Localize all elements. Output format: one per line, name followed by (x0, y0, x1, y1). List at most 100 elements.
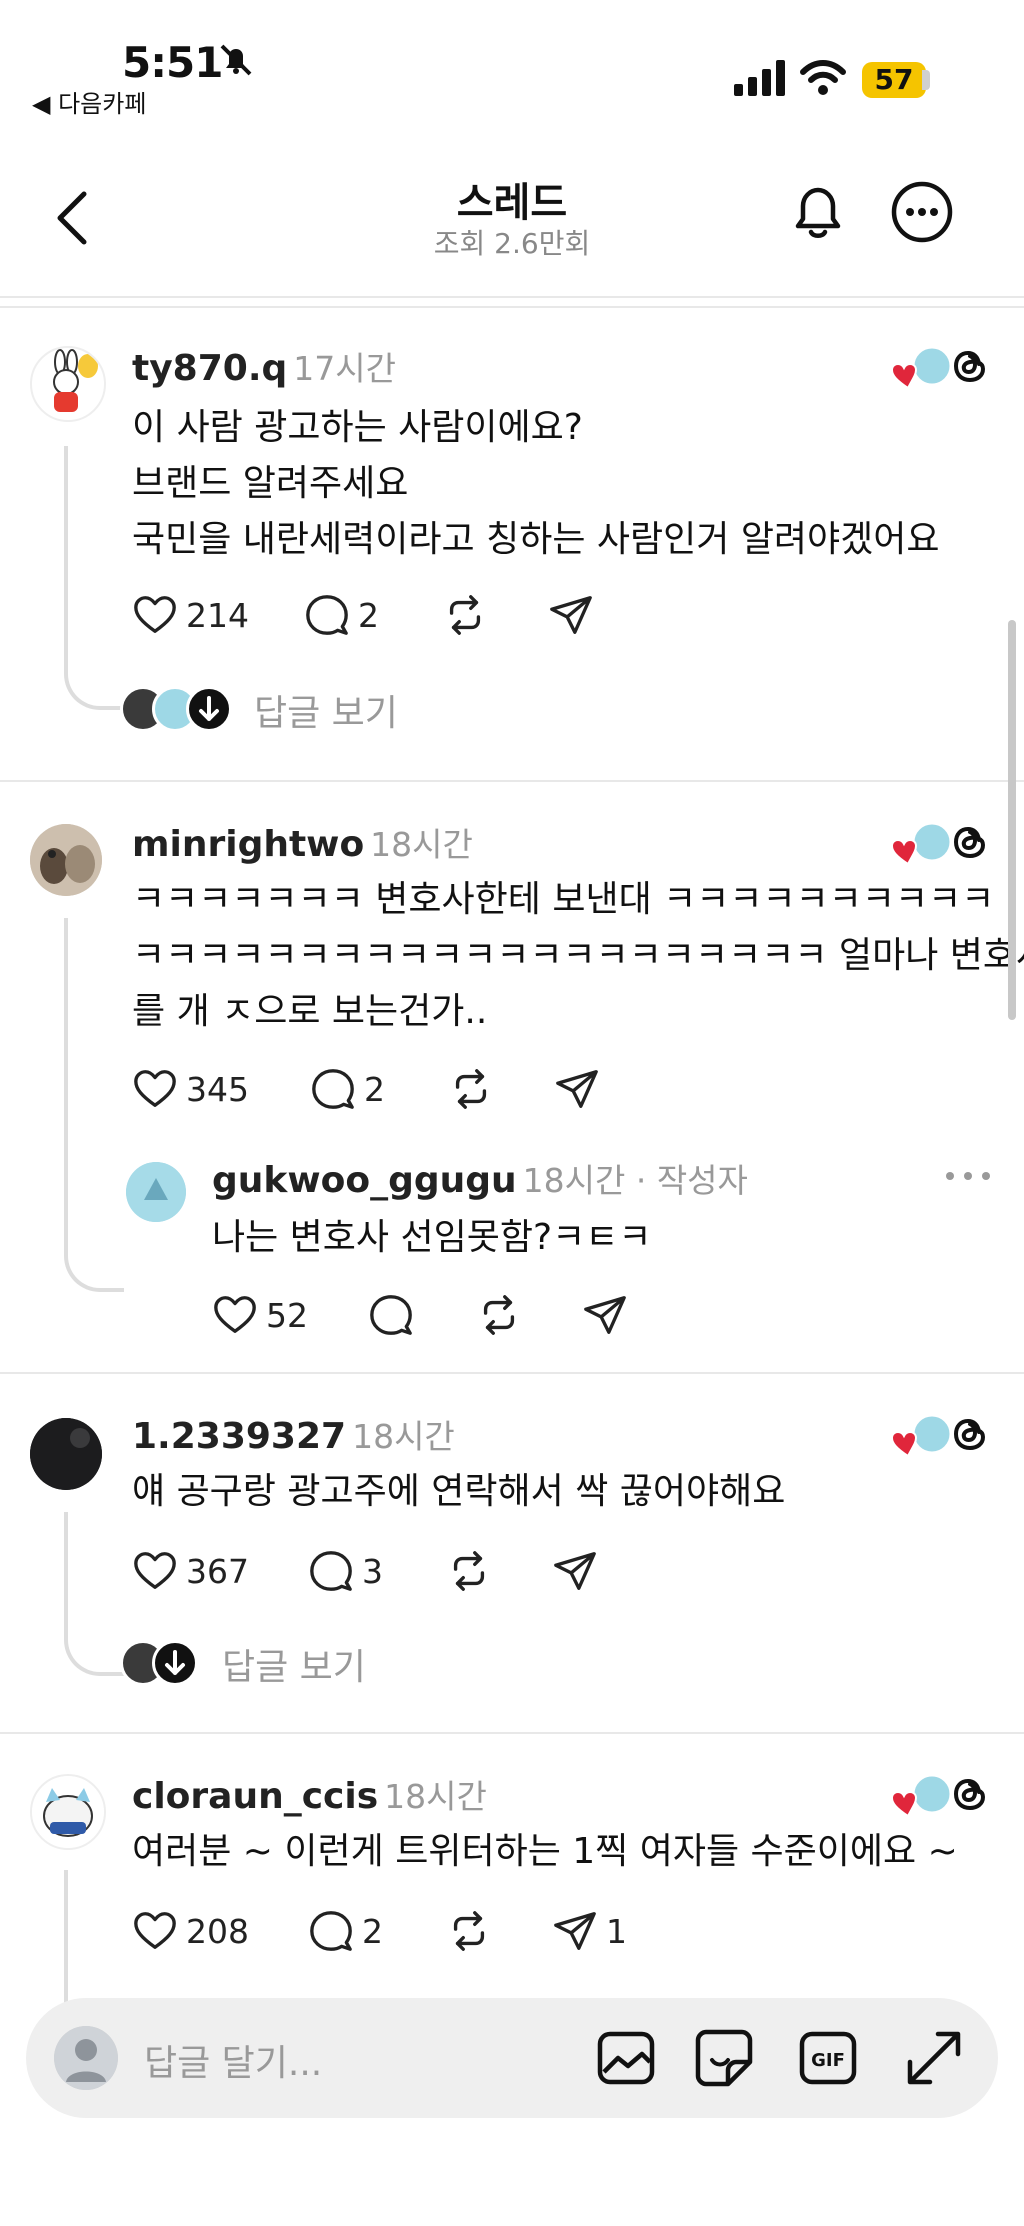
comment-line: 를 개 ㅈ으로 보는건가.. (132, 991, 488, 1032)
thread-curve (64, 666, 124, 710)
action-bar: 214 2 (132, 592, 632, 642)
comment-line: ㅋㅋㅋㅋㅋㅋㅋㅋㅋㅋㅋㅋㅋㅋㅋㅋㅋㅋㅋㅋㅋ 얼마나 변호사 (132, 935, 1024, 976)
sticker-icon[interactable] (692, 2026, 756, 2090)
reply-count: 2 (358, 595, 379, 635)
comment-line: 국민을 내란세력이라고 칭하는 사람인거 알려야겠어요 (132, 519, 940, 560)
share-button[interactable] (554, 1066, 600, 1112)
action-bar: 367 3 (132, 1548, 632, 1598)
username[interactable]: cloraun_ccis (132, 1776, 378, 1817)
header-divider (0, 296, 1024, 298)
repost-button[interactable] (442, 592, 488, 638)
thread-line (64, 446, 68, 666)
author-avatar-image (126, 1162, 186, 1222)
avatar[interactable] (30, 1774, 106, 1850)
heart-icon (132, 1066, 178, 1112)
bell-muted-icon (220, 44, 252, 76)
comment-author[interactable]: ty870.q 17시간 (132, 342, 396, 390)
share-button[interactable] (552, 1548, 598, 1594)
like-count: 214 (186, 595, 249, 635)
threads-logo-icon (946, 1770, 994, 1818)
scrollbar[interactable] (1008, 620, 1016, 1020)
like-button[interactable]: 208 (132, 1908, 249, 1954)
like-button[interactable]: 52 (212, 1292, 308, 1338)
expand-icon[interactable] (902, 2026, 966, 2090)
heart-icon (132, 592, 178, 638)
comment-author[interactable]: 1.2339327 18시간 (132, 1410, 455, 1458)
reply-button[interactable]: 2 (308, 1908, 383, 1954)
reply-button[interactable]: 3 (308, 1548, 383, 1594)
repost-button[interactable] (448, 1066, 494, 1112)
repost-button[interactable] (446, 1908, 492, 1954)
heart-icon (132, 1548, 178, 1594)
comment-age: 18시간 (384, 1777, 487, 1816)
miffy-avatar-image (53, 349, 98, 412)
comment-author[interactable]: minrightwo 18시간 (132, 818, 473, 866)
username[interactable]: gukwoo_ggugu (212, 1160, 517, 1201)
like-count: 208 (186, 1911, 249, 1951)
comment-author[interactable]: cloraun_ccis 18시간 (132, 1770, 487, 1818)
comment-icon (304, 592, 350, 638)
view-count: 조회 2.6만회 (433, 227, 591, 260)
comment-card: cloraun_ccis 18시간 여러분 ~ 이런게 트위터하는 1찍 여자들 … (0, 1734, 1024, 2010)
comment-line: 얘 공구랑 광고주에 연락해서 싹 끊어야해요 (132, 1471, 786, 1512)
username[interactable]: ty870.q (132, 348, 287, 389)
reply-composer[interactable]: 답글 달기... GIF (26, 1998, 998, 2118)
like-button[interactable]: 345 (132, 1066, 249, 1112)
share-button[interactable]: 1 (552, 1908, 627, 1954)
repost-button[interactable] (446, 1548, 492, 1594)
comment-text: 얘 공구랑 광고주에 연락해서 싹 끊어야해요 (132, 1464, 994, 1520)
comment-text: 여러분 ~ 이런게 트위터하는 1찍 여자들 수준이에요 ~ (132, 1824, 994, 1880)
thread-line (64, 1870, 68, 2010)
gif-icon[interactable]: GIF (796, 2026, 860, 2090)
thread-curve (64, 1248, 124, 1292)
comment-line: 브랜드 알려주세요 (132, 463, 409, 504)
comment-age: 18시간 (370, 825, 473, 864)
thread-curve (64, 1632, 124, 1676)
send-icon (548, 592, 594, 638)
avatar[interactable] (126, 1162, 186, 1222)
notification-bell-icon[interactable] (788, 180, 848, 244)
comment-age: 18시간 (352, 1417, 455, 1456)
avatar[interactable] (30, 346, 106, 422)
repost-icon (448, 1066, 494, 1112)
reply-count: 2 (364, 1069, 385, 1109)
header: 스레드 조회 2.6만회 (0, 150, 1024, 290)
view-replies-link[interactable]: 답글 보기 (254, 684, 398, 736)
view-replies-link[interactable]: 답글 보기 (222, 1638, 366, 1690)
more-options-icon[interactable] (890, 180, 954, 244)
status-bar: 5:51 ◀ 다음카페 57 (0, 0, 1024, 140)
image-icon[interactable] (594, 2026, 658, 2090)
avatar[interactable] (30, 1418, 102, 1490)
back-to-app-link[interactable]: ◀ 다음카페 (32, 84, 146, 119)
arrow-down-icon (152, 1640, 198, 1686)
comment-line: 이 사람 광고하는 사람이에요? (132, 407, 583, 448)
action-bar: 345 2 (132, 1066, 632, 1116)
share-button[interactable] (548, 592, 594, 638)
reply-button[interactable]: 2 (310, 1066, 385, 1112)
comment-line: 여러분 ~ 이런게 트위터하는 1찍 여자들 수준이에요 ~ (132, 1831, 958, 1872)
avatar[interactable] (30, 824, 102, 896)
battery-cap (922, 70, 930, 90)
share-button[interactable] (582, 1292, 628, 1338)
username[interactable]: minrightwo (132, 824, 364, 865)
reply-button[interactable]: 2 (304, 592, 379, 638)
reply-button[interactable] (368, 1292, 414, 1338)
comment-card: 1.2339327 18시간 얘 공구랑 광고주에 연락해서 싹 끊어야해요 36… (0, 1374, 1024, 1732)
reply-count: 3 (362, 1551, 383, 1591)
reply-author[interactable]: gukwoo_ggugu 18시간 · 작성자 (212, 1154, 748, 1202)
cats-avatar-image (30, 824, 102, 896)
heart-icon (212, 1292, 258, 1338)
comment-icon (308, 1908, 354, 1954)
like-button[interactable]: 367 (132, 1548, 249, 1594)
like-button[interactable]: 214 (132, 592, 249, 638)
username[interactable]: 1.2339327 (132, 1416, 346, 1457)
more-options-icon[interactable] (944, 1166, 992, 1186)
repost-button[interactable] (476, 1292, 522, 1338)
action-bar: 208 2 1 (132, 1908, 692, 1958)
svg-text:GIF: GIF (811, 2050, 845, 2071)
comment-card: ty870.q 17시간 이 사람 광고하는 사람이에요? 브랜드 알려주세요 국… (0, 306, 1024, 780)
threads-logo-icon (946, 342, 994, 390)
comment-icon (308, 1548, 354, 1594)
reply-input[interactable]: 답글 달기... (144, 2034, 322, 2086)
thread-line (64, 1512, 68, 1632)
